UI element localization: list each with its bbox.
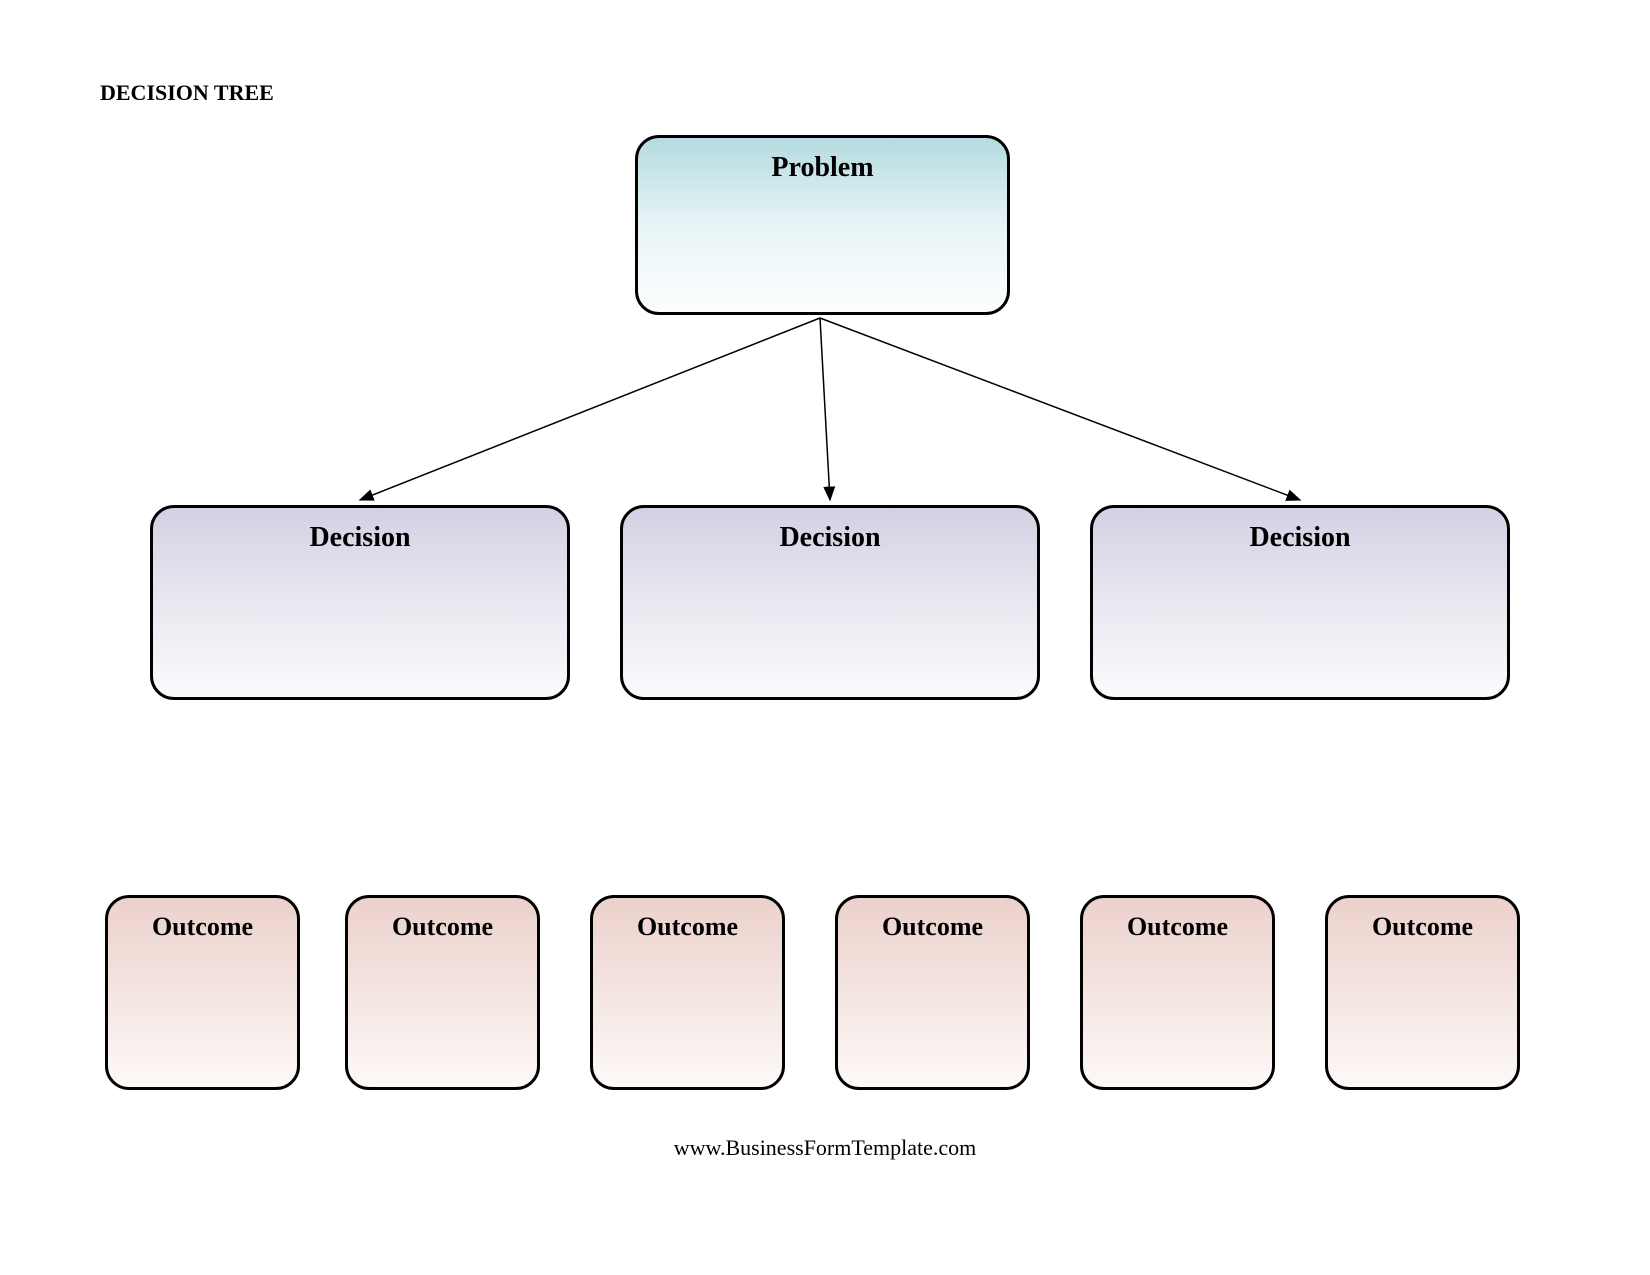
footer-link: www.BusinessFormTemplate.com	[0, 1135, 1650, 1161]
decision-node-2: Decision	[620, 505, 1040, 700]
outcome-label: Outcome	[1372, 912, 1473, 941]
decision-label: Decision	[309, 522, 410, 553]
outcome-node-5: Outcome	[1080, 895, 1275, 1090]
outcome-node-1: Outcome	[105, 895, 300, 1090]
outcome-label: Outcome	[152, 912, 253, 941]
decision-label: Decision	[1249, 522, 1350, 553]
decision-node-1: Decision	[150, 505, 570, 700]
decision-label: Decision	[779, 522, 880, 553]
outcome-node-3: Outcome	[590, 895, 785, 1090]
problem-label: Problem	[771, 152, 873, 183]
outcome-label: Outcome	[882, 912, 983, 941]
outcome-label: Outcome	[637, 912, 738, 941]
outcome-node-6: Outcome	[1325, 895, 1520, 1090]
problem-node: Problem	[635, 135, 1010, 315]
decision-node-3: Decision	[1090, 505, 1510, 700]
outcome-node-2: Outcome	[345, 895, 540, 1090]
outcome-label: Outcome	[392, 912, 493, 941]
outcome-label: Outcome	[1127, 912, 1228, 941]
page-title: DECISION TREE	[100, 80, 274, 106]
outcome-node-4: Outcome	[835, 895, 1030, 1090]
